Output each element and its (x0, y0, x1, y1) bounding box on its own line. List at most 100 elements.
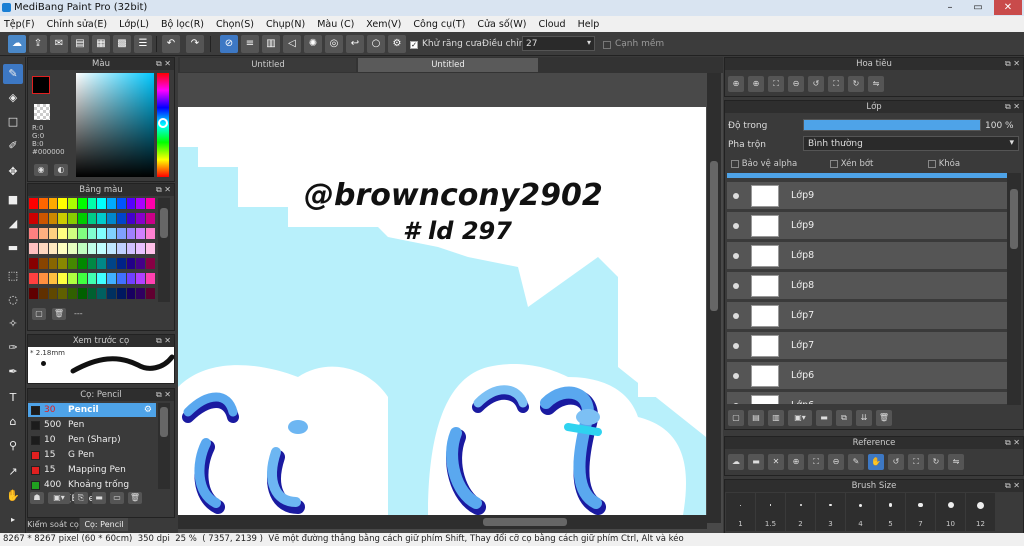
soft-edge-checkbox[interactable] (603, 40, 611, 50)
palette-swatch[interactable] (77, 228, 87, 239)
palette-swatch[interactable] (136, 228, 146, 239)
zoom-in-icon[interactable]: ⊕ (728, 76, 744, 92)
canvas-vertical-scrollbar[interactable] (707, 73, 721, 523)
palette-swatch[interactable] (58, 288, 68, 299)
close-icon[interactable]: ⧉ ✕ (1005, 101, 1020, 113)
comment-icon[interactable]: ✉ (50, 35, 68, 53)
rotate-left-icon[interactable]: ↺ (808, 76, 824, 92)
palette-swatch[interactable] (146, 228, 155, 239)
palette-swatch[interactable] (97, 228, 107, 239)
rotate-right-icon[interactable]: ↻ (848, 76, 864, 92)
palette-swatch[interactable] (77, 198, 87, 209)
menu-window[interactable]: Cửa số(W) (477, 19, 526, 30)
palette-swatch[interactable] (29, 243, 38, 254)
palette-swatch[interactable] (48, 288, 58, 299)
lasso-tool-icon[interactable]: ◌ (3, 290, 23, 310)
open-folder-icon[interactable]: ▬ (748, 454, 764, 470)
adjust-select[interactable]: 27 ▾ (522, 36, 595, 51)
palette-swatch[interactable] (146, 213, 155, 224)
duplicate-layer-icon[interactable]: ⧉ (836, 410, 852, 426)
layer-scrollbar[interactable] (1007, 173, 1021, 405)
menu-snap[interactable]: Chụp(N) (266, 19, 305, 30)
palette-swatch[interactable] (126, 288, 136, 299)
palette-swatch[interactable] (29, 213, 38, 224)
minimize-button[interactable]: – (936, 0, 964, 15)
expand-icon[interactable]: ▸ (3, 510, 23, 530)
brush-size-cell[interactable]: 1 (726, 493, 755, 531)
palette-swatch[interactable] (146, 243, 155, 254)
menu-file[interactable]: Tệp(F) (4, 19, 35, 30)
palette-swatch[interactable] (77, 243, 87, 254)
doc-icon[interactable]: ▦ (92, 35, 110, 53)
palette-swatch[interactable] (116, 198, 126, 209)
brush-size-cell[interactable]: 10 (936, 493, 965, 531)
menu-color[interactable]: Màu (C) (317, 19, 354, 30)
layer-row[interactable]: Lớp8 (727, 272, 1007, 300)
layer-row[interactable]: Lớp7 (727, 302, 1007, 330)
clipping-option[interactable]: Xén bớt (830, 159, 873, 169)
palette-swatch[interactable] (87, 243, 97, 254)
palette-swatch[interactable] (107, 243, 116, 254)
palette-swatch[interactable] (68, 228, 77, 239)
circle-snap-icon[interactable]: ◎ (325, 35, 343, 53)
palette-swatch[interactable] (146, 273, 155, 284)
menu-help[interactable]: Help (578, 19, 600, 30)
text-tool-icon[interactable]: T (3, 388, 23, 408)
eye-icon[interactable] (733, 253, 739, 259)
upload-icon[interactable]: ⇪ (29, 35, 47, 53)
brush-row[interactable]: 15 G Pen (28, 448, 156, 462)
new-8bit-layer-icon[interactable]: ▥ (768, 410, 784, 426)
palette-swatch[interactable] (77, 258, 87, 269)
flip-icon[interactable]: ⇋ (948, 454, 964, 470)
layer-row[interactable]: Lớp6 (727, 392, 1007, 405)
eye-icon[interactable] (733, 373, 739, 379)
palette-swatch[interactable] (116, 213, 126, 224)
palette-swatch[interactable] (116, 258, 126, 269)
add-brush-icon[interactable]: ☗ (30, 492, 44, 504)
eye-icon[interactable] (733, 223, 739, 229)
palette-swatch[interactable] (107, 258, 116, 269)
palette-swatch[interactable] (77, 273, 87, 284)
blur-tool-icon[interactable]: ✐ (3, 136, 23, 156)
palette-swatch[interactable] (38, 213, 48, 224)
brush-menu-icon[interactable]: ▣▾ (48, 492, 70, 504)
drawing-canvas[interactable]: @browncony2902 # ld 297 (178, 107, 706, 515)
palette-swatch[interactable] (107, 198, 116, 209)
palette-swatch[interactable] (136, 273, 146, 284)
clipping-checkbox[interactable] (830, 159, 838, 168)
close-icon[interactable]: ⧉ ✕ (156, 184, 171, 196)
foreground-color-swatch[interactable] (32, 76, 50, 94)
operation-tool-icon[interactable]: ↗ (3, 462, 23, 482)
lock-option[interactable]: Khóa (928, 159, 960, 169)
layer-row[interactable]: Lớp8 (727, 242, 1007, 270)
brush-row[interactable]: 500 Pen (28, 418, 156, 432)
close-button[interactable]: ✕ (994, 0, 1022, 15)
palette-swatch[interactable] (48, 273, 58, 284)
palette-swatch[interactable] (38, 198, 48, 209)
palette-swatch[interactable] (126, 198, 136, 209)
eye-icon[interactable] (733, 313, 739, 319)
palette-swatch[interactable] (97, 198, 107, 209)
palette-swatch[interactable] (136, 258, 146, 269)
layer-row[interactable]: Lớp7 (727, 332, 1007, 360)
palette-swatch[interactable] (38, 228, 48, 239)
reset-rotation-icon[interactable]: ⛶ (828, 76, 844, 92)
palette-swatch[interactable] (29, 228, 38, 239)
brush-folder-icon[interactable]: ▬ (92, 492, 106, 504)
palette-swatch[interactable] (87, 228, 97, 239)
palette-swatch[interactable] (116, 288, 126, 299)
zoom-in-icon[interactable]: ⊕ (788, 454, 804, 470)
hand-icon[interactable]: ✋ (868, 454, 884, 470)
palette-swatch[interactable] (107, 228, 116, 239)
zoom-out-icon[interactable]: ⊖ (788, 76, 804, 92)
close-icon[interactable]: ⧉ ✕ (1005, 437, 1020, 449)
eraser-tool-icon[interactable]: ◈ (3, 88, 23, 108)
layer-row[interactable]: Lớp9 (727, 182, 1007, 210)
menu-tools[interactable]: Công cụ(T) (413, 19, 465, 30)
brush-row[interactable]: 30 Pencil ⚙ (28, 403, 156, 417)
transparent-color-swatch[interactable] (34, 104, 50, 120)
palette-swatch[interactable] (68, 258, 77, 269)
palette-swatch[interactable] (136, 198, 146, 209)
vanish-snap-icon[interactable]: ◁ (283, 35, 301, 53)
close-icon[interactable]: ⧉ ✕ (1005, 58, 1020, 70)
